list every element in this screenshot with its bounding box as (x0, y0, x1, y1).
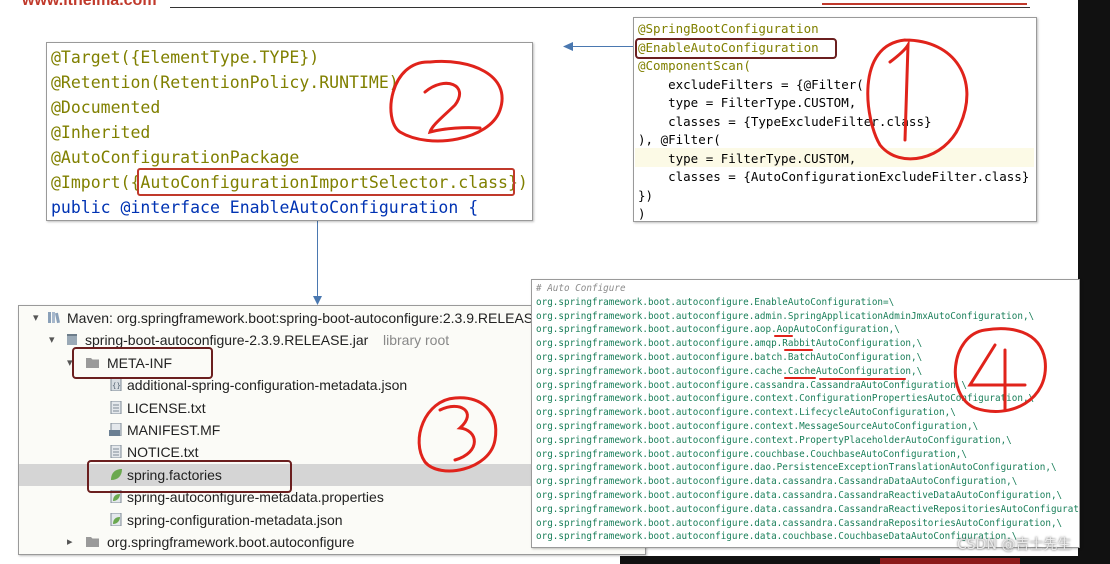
annotation-number-1 (888, 39, 910, 142)
annotation-circle-4 (953, 327, 1047, 413)
handwritten-annotations (389, 38, 1047, 473)
annotation-circle-1 (866, 38, 969, 161)
annotation-number-4 (967, 343, 1027, 412)
annotation-number-2 (423, 81, 482, 135)
annotation-number-3 (438, 404, 476, 462)
watermark: CSDN @吉士先生 (957, 537, 1072, 553)
